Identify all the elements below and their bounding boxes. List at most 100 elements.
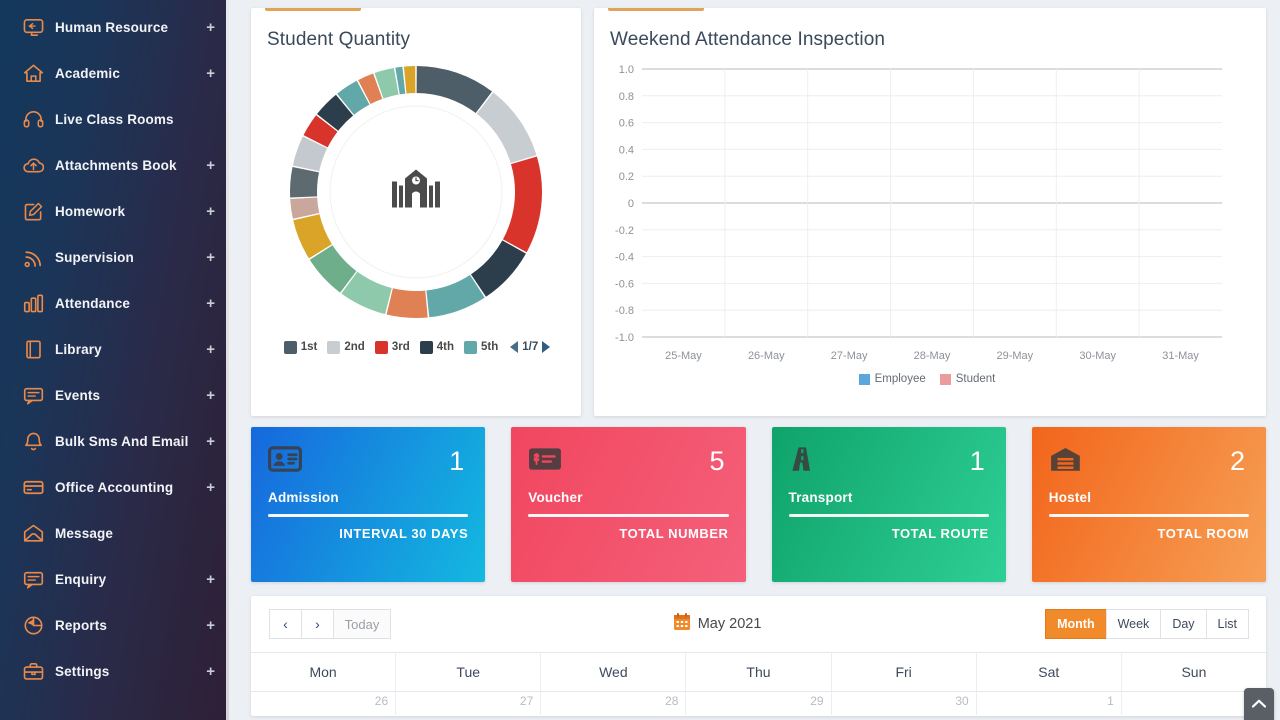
sidebar-item-attachments-book[interactable]: Attachments Book +	[0, 142, 229, 188]
donut-segment[interactable]	[403, 66, 416, 94]
calendar-view-switcher: Month Week Day List	[1045, 609, 1249, 639]
donut-legend-item[interactable]: 4th	[419, 340, 454, 354]
calendar-today-button[interactable]: Today	[333, 609, 391, 639]
stat-card-hostel[interactable]: 2 Hostel TOTAL ROOM	[1031, 427, 1266, 582]
sidebar-item-live-class-rooms[interactable]: Live Class Rooms	[0, 96, 229, 142]
stat-card-transport[interactable]: 1 Transport TOTAL ROUTE	[771, 427, 1006, 582]
y-axis-tick-label: -0.8	[615, 305, 634, 317]
sidebar-expand-icon[interactable]: +	[200, 20, 215, 35]
sidebar-expand-icon[interactable]: +	[200, 618, 215, 633]
sidebar-item-bulk-sms-and-email[interactable]: Bulk Sms And Email +	[0, 418, 229, 464]
attendance-chart-area[interactable]: 1.0 0.8 0.6 0.4 0.2 0 -0.2 -0.4 -0.6 -0.8 -1.0 25-…	[594, 51, 1266, 385]
sidebar-item-office-accounting[interactable]: Office Accounting +	[0, 464, 229, 510]
sidebar-expand-icon[interactable]: +	[200, 342, 215, 357]
sidebar-expand-icon[interactable]: +	[200, 66, 215, 81]
stat-card-header: 1	[268, 444, 468, 479]
calendar-date-cell[interactable]: 26	[251, 692, 397, 715]
attendance-line-chart[interactable]: 1.0 0.8 0.6 0.4 0.2 0 -0.2 -0.4 -0.6 -0.8 -1.0 25-…	[602, 59, 1228, 371]
rss-icon	[22, 246, 44, 268]
comment-icon	[22, 384, 44, 406]
sidebar: Human Resource + Academic + Live Class Rooms…	[0, 0, 229, 720]
calendar-view-list[interactable]: List	[1205, 609, 1249, 639]
sidebar-item-label: Reports	[55, 617, 108, 633]
calendar-icon	[673, 613, 690, 635]
donut-segment[interactable]	[502, 156, 542, 253]
legend-swatch-icon	[463, 340, 477, 354]
calendar-prev-button[interactable]: ‹	[269, 609, 302, 639]
donut-segment[interactable]	[386, 288, 428, 318]
sidebar-item-academic[interactable]: Academic +	[0, 50, 229, 96]
sidebar-item-label: Human Resource	[55, 19, 169, 35]
calendar-date-cell[interactable]: 30	[832, 692, 977, 715]
sidebar-expand-icon[interactable]: +	[200, 158, 215, 173]
sidebar-item-homework[interactable]: Homework +	[0, 188, 229, 234]
calendar-date-cell[interactable]: 28	[541, 692, 687, 715]
donut-segment[interactable]	[470, 240, 526, 297]
sidebar-item-library[interactable]: Library +	[0, 326, 229, 372]
calendar-date-cell[interactable]: 29	[686, 692, 832, 715]
calendar-toolbar: ‹ › Today May 2021 Month Week Day List	[251, 596, 1266, 652]
calendar-date-cell[interactable]: 27	[396, 692, 542, 715]
calendar-view-week[interactable]: Week	[1105, 609, 1162, 639]
sidebar-item-supervision[interactable]: Supervision +	[0, 234, 229, 280]
calendar-day-header: Wed	[541, 653, 687, 691]
stat-card-label: Admission	[268, 490, 339, 505]
sidebar-expand-icon[interactable]: +	[200, 388, 215, 403]
main-content: Student Quantity 1st 2nd 3rd 4th 5th 1/7…	[229, 0, 1280, 720]
stat-card-value: 5	[709, 446, 725, 476]
scroll-to-top-button[interactable]	[1244, 688, 1274, 720]
chart-legend-item[interactable]: Employee	[858, 373, 926, 385]
student-quantity-donut[interactable]	[251, 51, 581, 333]
y-axis-tick-label: 0	[628, 198, 634, 210]
sidebar-item-attendance[interactable]: Attendance +	[0, 280, 229, 326]
sidebar-expand-icon[interactable]: +	[200, 204, 215, 219]
sidebar-item-label: Bulk Sms And Email	[55, 433, 189, 449]
donut-segment[interactable]	[476, 92, 537, 163]
y-axis-tick-label: 1.0	[619, 64, 634, 76]
sidebar-item-human-resource[interactable]: Human Resource +	[0, 4, 229, 50]
calendar-view-month[interactable]: Month	[1045, 609, 1107, 639]
donut-legend-item[interactable]: 3rd	[374, 340, 410, 354]
credit-card-icon	[22, 476, 44, 498]
sidebar-item-events[interactable]: Events +	[0, 372, 229, 418]
donut-legend-item[interactable]: 5th	[463, 340, 499, 354]
y-axis-tick-label: -0.4	[615, 252, 634, 264]
sidebar-item-label: Live Class Rooms	[55, 111, 174, 127]
legend-swatch-icon	[327, 340, 341, 354]
donut-legend-item[interactable]: 2nd	[327, 340, 365, 354]
sidebar-expand-icon[interactable]: +	[200, 572, 215, 587]
stat-card-admission[interactable]: 1 Admission INTERVAL 30 DAYS	[251, 427, 486, 582]
sidebar-expand-icon[interactable]: +	[200, 664, 215, 679]
calendar-next-button[interactable]: ›	[301, 609, 334, 639]
pie-chart-icon	[22, 614, 44, 636]
donut-segment[interactable]	[290, 166, 319, 198]
sidebar-expand-icon[interactable]: +	[200, 250, 215, 265]
y-axis-tick-label: 0.6	[619, 118, 634, 130]
sidebar-expand-icon[interactable]: +	[200, 480, 215, 495]
calendar-date-cell[interactable]: 1	[977, 692, 1122, 715]
home-icon	[22, 62, 44, 84]
sidebar-expand-icon[interactable]: +	[200, 296, 215, 311]
sidebar-item-enquiry[interactable]: Enquiry +	[0, 556, 229, 602]
school-icon	[392, 169, 440, 215]
sidebar-item-message[interactable]: Message	[0, 510, 229, 556]
calendar-view-day[interactable]: Day	[1160, 609, 1207, 639]
donut-segment[interactable]	[416, 66, 493, 114]
x-axis-tick-label: 31-May	[1162, 350, 1199, 362]
stat-card-label: Hostel	[1048, 490, 1092, 505]
donut-legend-label: 2nd	[344, 341, 365, 353]
x-axis-tick-label: 25-May	[665, 350, 702, 362]
triangle-left-icon[interactable]	[510, 341, 519, 353]
y-axis-tick-label: -1.0	[615, 332, 634, 344]
y-axis-tick-label: -0.2	[615, 225, 634, 237]
chart-legend-item[interactable]: Student	[939, 373, 995, 385]
triangle-right-icon[interactable]	[542, 341, 551, 353]
sidebar-expand-icon[interactable]: +	[200, 434, 215, 449]
sidebar-item-settings[interactable]: Settings +	[0, 648, 229, 694]
donut-legend-item[interactable]: 1st	[283, 340, 317, 354]
stat-card-voucher[interactable]: 5 Voucher TOTAL NUMBER	[511, 427, 746, 582]
sidebar-item-reports[interactable]: Reports +	[0, 602, 229, 648]
donut-legend-label: 5th	[480, 341, 499, 353]
weekend-attendance-card: Weekend Attendance Inspection 1.0 0.8 0.6 0…	[594, 8, 1266, 416]
stat-card-divider	[268, 514, 469, 517]
